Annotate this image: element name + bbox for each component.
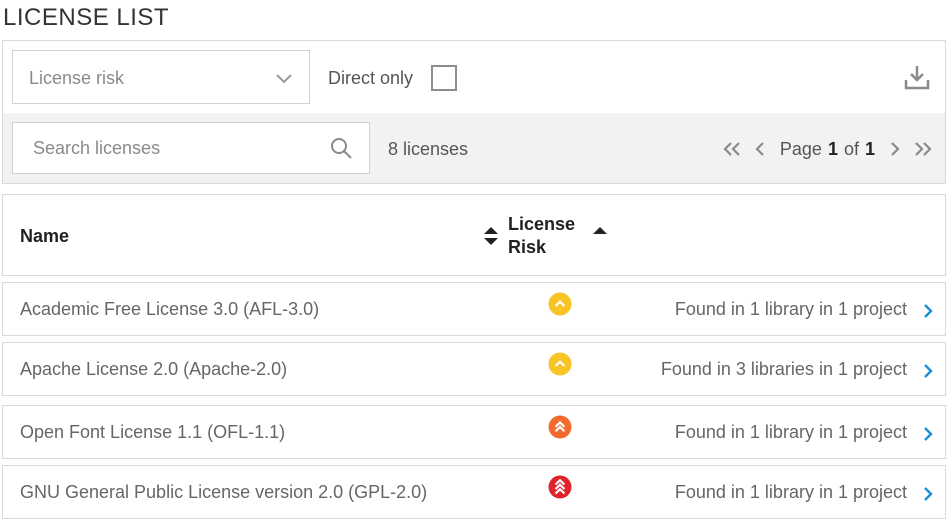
first-page-button[interactable] [718, 135, 746, 163]
sort-icon[interactable] [483, 225, 499, 247]
found-in-label: Found in 3 libraries in 1 project [660, 359, 907, 379]
page-label: Page [779, 138, 822, 159]
risk-low-icon [548, 292, 572, 316]
chevron-right-icon [891, 142, 900, 156]
license-risk-select[interactable]: License risk [12, 50, 310, 104]
download-icon[interactable] [903, 63, 931, 91]
search-row: 8 licenses Page 1 of 1 [3, 113, 945, 183]
chevron-right-icon[interactable] [921, 303, 935, 319]
chevron-right-icon[interactable] [921, 426, 935, 442]
pagination: Page 1 of 1 [718, 135, 937, 163]
next-page-button[interactable] [881, 135, 909, 163]
license-name: Open Font License 1.1 (OFL-1.1) [20, 422, 286, 442]
risk-high-icon [548, 475, 572, 499]
chevron-right-icon[interactable] [921, 363, 935, 379]
double-chevron-left-icon [723, 142, 740, 156]
found-in-label: Found in 1 library in 1 project [674, 299, 907, 319]
filter-row: License risk Direct only [3, 41, 945, 113]
column-header-license-risk[interactable]: License Risk [508, 213, 588, 259]
column-header-name[interactable]: Name [20, 226, 69, 247]
direct-only-label: Direct only [328, 68, 414, 88]
search-box [12, 122, 370, 174]
license-count: 8 licenses [388, 139, 469, 159]
table-row[interactable]: Open Font License 1.1 (OFL-1.1) Found in … [2, 405, 946, 459]
risk-medium-icon [548, 415, 572, 439]
search-icon[interactable] [329, 136, 353, 160]
table-row[interactable]: GNU General Public License version 2.0 (… [2, 465, 946, 519]
license-name: Apache License 2.0 (Apache-2.0) [20, 359, 288, 379]
direct-only-checkbox[interactable] [431, 65, 457, 91]
found-in-label: Found in 1 library in 1 project [674, 482, 907, 502]
of-label: of [843, 138, 859, 159]
filter-panel: License risk Direct only 8 licenses [2, 40, 946, 184]
chevron-left-icon [755, 142, 764, 156]
license-name: Academic Free License 3.0 (AFL-3.0) [20, 299, 320, 319]
license-name: GNU General Public License version 2.0 (… [20, 482, 428, 502]
table-row[interactable]: Academic Free License 3.0 (AFL-3.0) Found… [2, 282, 946, 336]
double-chevron-right-icon [915, 142, 932, 156]
last-page-button[interactable] [909, 135, 937, 163]
chevron-down-icon [276, 74, 292, 84]
found-in-label: Found in 1 library in 1 project [674, 422, 907, 442]
current-page: 1 [827, 138, 838, 159]
search-input[interactable] [13, 123, 313, 173]
license-risk-placeholder: License risk [29, 68, 125, 88]
sort-ascending-icon[interactable] [592, 225, 608, 235]
table-header: Name License Risk [2, 194, 946, 276]
total-pages: 1 [864, 138, 875, 159]
page-title: LICENSE LIST [3, 4, 170, 31]
chevron-right-icon[interactable] [921, 486, 935, 502]
risk-low-icon [548, 352, 572, 376]
table-row[interactable]: Apache License 2.0 (Apache-2.0) Found in … [2, 342, 946, 396]
prev-page-button[interactable] [746, 135, 774, 163]
